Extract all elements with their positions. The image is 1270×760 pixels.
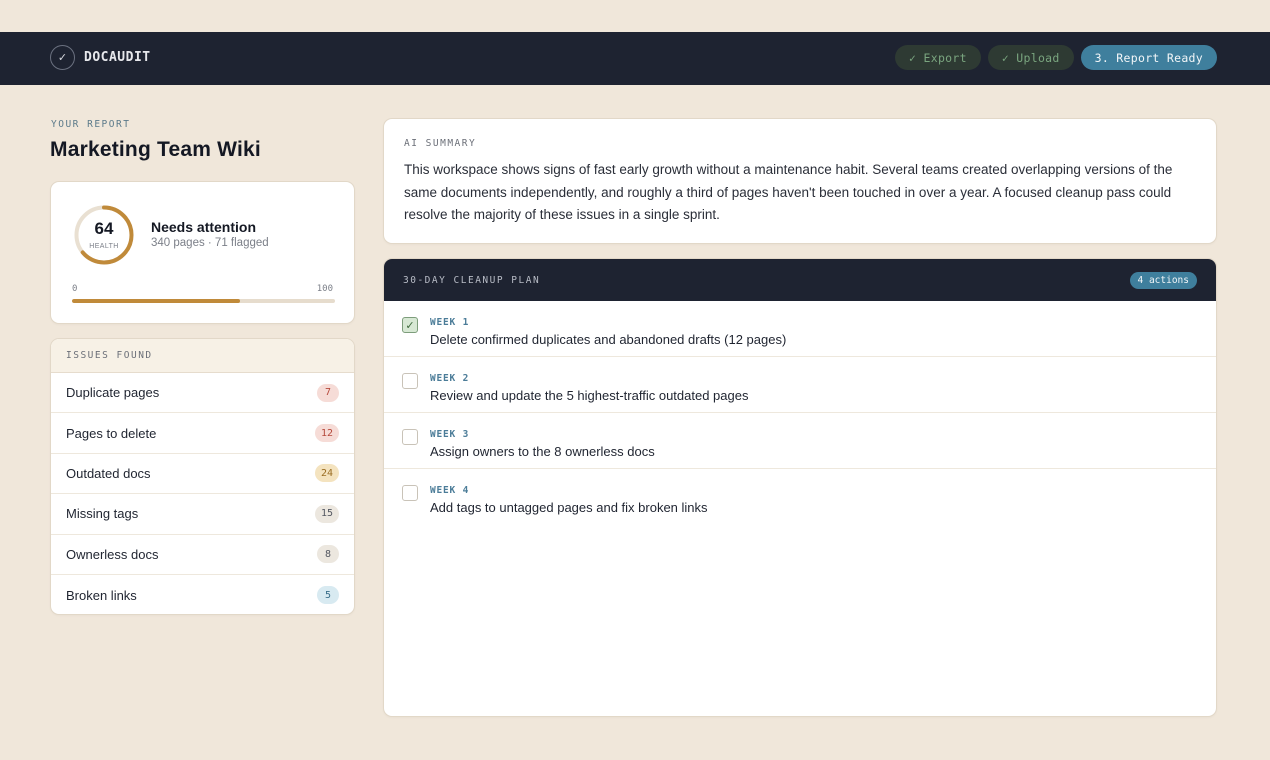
issue-count-badge: 12 — [314, 424, 339, 443]
issues-card: ISSUES FOUND Duplicate pages 7 Pages to … — [50, 338, 355, 615]
plan-task-row[interactable]: ✓ WEEK 1 Delete confirmed duplicates and… — [384, 301, 1216, 357]
step-export[interactable]: ✓ Export — [895, 45, 981, 70]
plan-task-row[interactable]: WEEK 2 Review and update the 5 highest-t… — [384, 357, 1216, 413]
plan-task-row[interactable]: WEEK 4 Add tags to untagged pages and fi… — [384, 469, 1216, 525]
step-report-ready[interactable]: 3. Report Ready — [1080, 45, 1217, 70]
issue-count-badge: 7 — [317, 383, 339, 402]
issue-row-broken-links[interactable]: Broken links 5 — [51, 575, 354, 614]
page-title: Marketing Team Wiki — [50, 138, 261, 161]
step-upload[interactable]: ✓ Upload — [987, 45, 1074, 70]
ai-summary-card: AI SUMMARY This workspace shows signs of… — [383, 118, 1217, 244]
health-score: 64 — [94, 219, 114, 238]
task-week: WEEK 3 — [430, 429, 470, 440]
top-bar: ✓ DOCAUDIT ✓ Export ✓ Upload 3. Report R… — [0, 32, 1270, 85]
issue-row-ownerless-docs[interactable]: Ownerless docs 8 — [51, 535, 354, 575]
issue-count-badge: 24 — [314, 464, 339, 483]
progress-steps: ✓ Export ✓ Upload 3. Report Ready — [895, 45, 1217, 70]
plan-title: 30-DAY CLEANUP PLAN — [403, 274, 541, 286]
health-status: Needs attention — [151, 219, 257, 235]
task-checkbox[interactable] — [402, 485, 418, 501]
issue-label: Broken links — [66, 587, 137, 603]
brand[interactable]: ✓ DOCAUDIT — [50, 45, 151, 70]
health-bar-fill — [72, 299, 241, 303]
task-text: Add tags to untagged pages and fix broke… — [430, 500, 708, 515]
health-subtitle: 340 pages · 71 flagged — [151, 237, 269, 249]
task-checkbox[interactable] — [402, 429, 418, 445]
issue-count-badge: 8 — [317, 545, 339, 564]
issues-heading: ISSUES FOUND — [51, 339, 354, 373]
issue-label: Duplicate pages — [66, 385, 160, 401]
issue-label: Ownerless docs — [66, 546, 159, 562]
plan-count-badge: 4 actions — [1129, 271, 1197, 289]
issue-count-badge: 15 — [314, 504, 339, 523]
range-max-label: 100 — [316, 284, 333, 294]
task-week: WEEK 1 — [430, 317, 470, 328]
task-text: Delete confirmed duplicates and abandone… — [430, 332, 787, 347]
health-bar — [72, 299, 335, 303]
plan-task-row[interactable]: WEEK 3 Assign owners to the 8 ownerless … — [384, 413, 1216, 469]
issue-row-missing-tags[interactable]: Missing tags 15 — [51, 494, 354, 535]
issue-label: Missing tags — [66, 506, 139, 522]
health-card: 64 HEALTH Needs attention 340 pages · 71… — [50, 181, 355, 324]
task-week: WEEK 4 — [430, 485, 470, 496]
health-score-label: HEALTH — [89, 243, 119, 250]
cleanup-plan-card: 30-DAY CLEANUP PLAN 4 actions ✓ WEEK 1 D… — [383, 258, 1217, 717]
issue-label: Pages to delete — [66, 425, 157, 441]
check-icon: ✓ — [50, 45, 75, 70]
issue-row-outdated-docs[interactable]: Outdated docs 24 — [51, 454, 354, 495]
issue-count-badge: 5 — [317, 586, 339, 605]
issue-row-duplicate-pages[interactable]: Duplicate pages 7 — [51, 373, 354, 414]
range-min-label: 0 — [72, 284, 78, 294]
issue-row-pages-to-delete[interactable]: Pages to delete 12 — [51, 413, 354, 454]
task-week: WEEK 2 — [430, 373, 470, 384]
task-checkbox[interactable]: ✓ — [402, 317, 418, 333]
task-checkbox[interactable] — [402, 373, 418, 389]
task-text: Review and update the 5 highest-traffic … — [430, 388, 749, 403]
brand-name: DOCAUDIT — [84, 50, 151, 65]
summary-text: This workspace shows signs of fast early… — [404, 162, 1173, 222]
report-eyebrow: YOUR REPORT — [51, 119, 131, 130]
plan-header: 30-DAY CLEANUP PLAN 4 actions — [384, 259, 1216, 301]
summary-eyebrow: AI SUMMARY — [404, 138, 477, 149]
issue-label: Outdated docs — [66, 465, 151, 481]
task-text: Assign owners to the 8 ownerless docs — [430, 444, 655, 459]
